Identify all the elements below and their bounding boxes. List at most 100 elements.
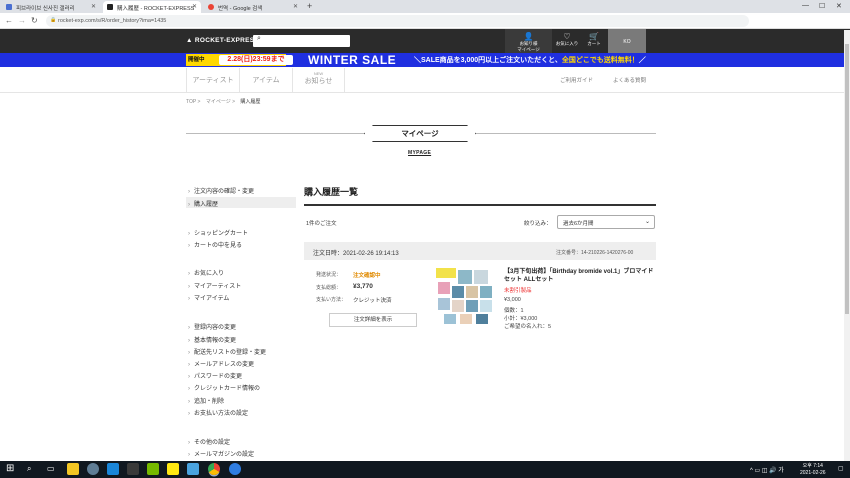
- sidebar-item[interactable]: メールアドレスの変更: [188, 359, 254, 368]
- sidebar-item[interactable]: パスワードの変更: [188, 371, 242, 380]
- filter-select[interactable]: 過去6か月間 ⌄: [557, 215, 655, 229]
- banner-badge: 開催中: [188, 57, 205, 63]
- breadcrumb-top[interactable]: TOP: [186, 99, 196, 105]
- clock-date: 2021-02-26: [800, 470, 826, 476]
- chrome-icon[interactable]: [208, 463, 220, 475]
- method-value: クレジット決済: [353, 298, 392, 304]
- tray-icons[interactable]: ^ ▭ ◫ 🔊 가: [750, 465, 784, 474]
- browser-tab-active[interactable]: 購入履歴 - ROCKET-EXPRESS ✕: [103, 1, 201, 13]
- clock-time: 오후 7:14: [802, 463, 823, 469]
- kakaotalk-icon[interactable]: [167, 463, 179, 475]
- nav-artist[interactable]: アーティスト: [186, 68, 239, 92]
- mypage-icon-link[interactable]: 👤 お知り様 マイページ: [505, 30, 552, 52]
- sidebar-item[interactable]: お支払い方法の設定: [188, 408, 248, 417]
- sidebar-item[interactable]: カートの中を見る: [188, 240, 242, 249]
- sidebar-item[interactable]: 注文内容の確認・変更: [188, 186, 254, 195]
- sidebar-item[interactable]: マイアイテム: [188, 293, 229, 302]
- sidebar-item-cont[interactable]: 追加・削除: [188, 396, 224, 405]
- app-icon[interactable]: [187, 463, 199, 475]
- sidebar-item[interactable]: 配送先リストの登録・変更: [188, 347, 266, 356]
- app-icon[interactable]: [127, 463, 139, 475]
- banner-date: 2.28(日)23:59まで: [219, 55, 293, 65]
- product-image-tile: [444, 314, 456, 324]
- main-title: 購入履歴一覧: [304, 187, 359, 197]
- favorites-link[interactable]: ♡ お気に入り: [553, 30, 581, 52]
- app-icon[interactable]: [107, 463, 119, 475]
- scrollbar[interactable]: [844, 30, 850, 461]
- sidebar-item[interactable]: お気に入り: [188, 268, 224, 277]
- main-nav: [0, 67, 850, 93]
- main-title-rule: [304, 204, 656, 206]
- product-price: ¥3,000: [504, 297, 521, 303]
- product-name[interactable]: 【3月下旬出荷】「Birthday bromide vol.1」ブロマイドセット…: [504, 268, 656, 284]
- lock-icon: 🔒: [50, 17, 57, 23]
- browser-tab[interactable]: 피브라이브 신사진 갤러리 ✕: [2, 1, 100, 13]
- url-field[interactable]: 🔒 rocket-exp.com/s/R/order_history?ima=1…: [46, 15, 749, 27]
- sidebar-item[interactable]: 基本情報の変更: [188, 335, 236, 344]
- maximize-icon[interactable]: ☐: [819, 2, 825, 10]
- sidebar-item-active[interactable]: 購入履歴: [188, 199, 218, 208]
- windows-start-icon[interactable]: ⊞: [6, 463, 14, 474]
- product-image-tile: [452, 300, 464, 312]
- product-qty: 個数：1: [504, 308, 524, 314]
- heart-icon: ♡: [563, 32, 571, 41]
- nvidia-icon[interactable]: [147, 463, 159, 475]
- product-image-tile: [480, 286, 492, 298]
- close-icon[interactable]: ✕: [293, 3, 298, 10]
- search-input[interactable]: ⌕: [253, 35, 350, 47]
- close-icon[interactable]: ✕: [91, 3, 96, 10]
- nav-news[interactable]: NEW お知らせ: [292, 68, 345, 92]
- new-tab-icon[interactable]: +: [307, 1, 312, 11]
- product-status: 未割引製品: [504, 288, 532, 294]
- nav-faq[interactable]: よくある質問: [613, 76, 646, 84]
- status-label: 発送状況：: [316, 272, 342, 278]
- nav-item[interactable]: アイテム: [239, 68, 292, 92]
- banner-title: WINTER SALE: [308, 53, 397, 67]
- app-icon[interactable]: [87, 463, 99, 475]
- sidebar-item[interactable]: メールマガジンの設定: [188, 449, 254, 458]
- user-badge[interactable]: KO: [608, 29, 646, 53]
- reload-icon[interactable]: ↻: [31, 16, 38, 25]
- order-number: 注文番号：14-210226-1420276-00: [556, 250, 634, 256]
- url-text: rocket-exp.com/s/R/order_history?ima=143…: [58, 18, 167, 24]
- task-view-icon[interactable]: ▭: [47, 464, 55, 473]
- promo-text: ＼SALE商品を3,000円以上ご注文いただくと、: [414, 57, 562, 64]
- browser-tab-bar: 피브라이브 신사진 갤러리 ✕ 購入履歴 - ROCKET-EXPRESS ✕ …: [0, 0, 850, 13]
- sidebar-item[interactable]: クレジットカード情報の: [188, 383, 260, 392]
- product-subtotal: 小計：¥3,000: [504, 316, 538, 322]
- mypage-label: お知り様 マイページ: [517, 41, 540, 52]
- forward-icon[interactable]: →: [18, 16, 26, 25]
- sidebar-item[interactable]: ショッピングカート: [188, 228, 248, 237]
- notification-icon[interactable]: ▢: [838, 465, 844, 472]
- nav-news-label: お知らせ: [304, 78, 333, 85]
- close-window-icon[interactable]: ✕: [836, 2, 842, 10]
- amount-value: ¥3,770: [353, 283, 373, 290]
- favorites-label: お気に入り: [555, 41, 579, 46]
- search-icon: ⌕: [257, 35, 261, 42]
- order-detail-button[interactable]: 注文詳細を表示: [329, 313, 417, 327]
- product-image-tile: [476, 314, 488, 324]
- cart-link[interactable]: 🛒 カート: [582, 30, 606, 52]
- sticky-notes-icon[interactable]: [67, 463, 79, 475]
- site-header: [0, 29, 850, 53]
- browser-tab[interactable]: 번역 - Google 검색 ✕: [204, 1, 302, 13]
- nav-guide[interactable]: ご利用ガイド: [560, 76, 593, 84]
- close-icon[interactable]: ✕: [192, 3, 197, 10]
- scrollbar-thumb[interactable]: [845, 44, 849, 314]
- sidebar-item[interactable]: その他の設定: [188, 437, 230, 446]
- filter-label: 絞り込み：: [524, 221, 552, 227]
- sidebar-item[interactable]: 登録内容の変更: [188, 322, 236, 331]
- product-image[interactable]: [436, 268, 493, 325]
- breadcrumb: TOP > マイページ > 購入履歴: [186, 99, 261, 105]
- sidebar-item[interactable]: マイアーティスト: [188, 281, 241, 290]
- site-logo[interactable]: ▲ ROCKET-EXPRESS: [186, 37, 259, 44]
- breadcrumb-mypage[interactable]: マイページ: [206, 99, 231, 105]
- product-image-tile: [460, 314, 472, 324]
- search-icon[interactable]: ⌕: [27, 464, 31, 474]
- filter-value: 過去6か月間: [563, 221, 594, 227]
- app-icon[interactable]: [229, 463, 241, 475]
- cart-icon: 🛒: [589, 32, 599, 41]
- minimize-icon[interactable]: —: [802, 2, 809, 9]
- taskbar-clock[interactable]: 오후 7:14 2021-02-26: [800, 463, 826, 477]
- back-icon[interactable]: ←: [5, 16, 13, 25]
